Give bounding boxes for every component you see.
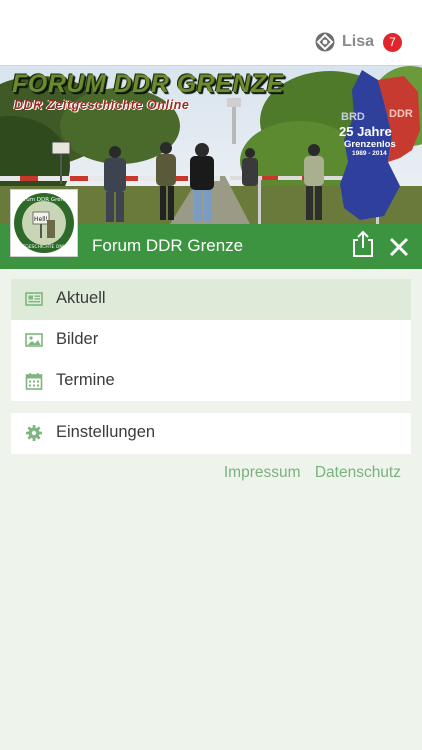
user-account[interactable]: Lisa 7 <box>315 32 402 52</box>
forum-logo: Hell! Forum DDR Grenze ZEITGESCHICHTE ON… <box>10 189 78 257</box>
banner-subtitle: DDR Zeitgeschichte Online <box>14 98 190 112</box>
close-button[interactable] <box>386 234 412 260</box>
menu-label-aktuell: Aktuell <box>56 289 106 307</box>
banner-title: FORUM DDR GRENZE <box>12 70 284 98</box>
menu-item-bilder[interactable]: Bilder <box>11 320 411 361</box>
share-button[interactable] <box>350 230 376 258</box>
map-anniversary: 25 Jahre <box>339 124 392 139</box>
menu-label-termine: Termine <box>56 371 115 389</box>
menu-item-einstellungen[interactable]: Einstellungen <box>11 413 411 454</box>
map-label-east: DDR <box>389 108 413 120</box>
menu-item-termine[interactable]: Termine <box>11 361 411 402</box>
image-icon <box>25 333 43 347</box>
top-bar: Lisa 7 <box>0 0 422 66</box>
close-icon <box>389 237 409 257</box>
logo-top-text: Forum DDR Grenze <box>18 197 71 203</box>
footer-links: Impressum Datenschutz <box>214 464 401 482</box>
settings-card: Einstellungen <box>11 413 411 454</box>
menu-item-aktuell[interactable]: Aktuell <box>11 279 411 320</box>
gear-icon <box>26 425 42 441</box>
puzzle-network-icon <box>315 32 335 52</box>
notification-badge[interactable]: 7 <box>383 32 402 52</box>
menu-label-bilder: Bilder <box>56 330 99 348</box>
logo-bottom-text: ZEITGESCHICHTE ONLINE <box>15 244 73 250</box>
share-icon <box>353 230 373 257</box>
newspaper-icon <box>25 292 43 306</box>
menu-card: Aktuell Bilder Termine <box>11 279 411 401</box>
menu-label-einstellungen: Einstellungen <box>56 423 156 441</box>
map-label-west: BRD <box>341 111 365 123</box>
map-caption: Grenzenlos <box>344 139 396 150</box>
user-name: Lisa <box>341 33 374 50</box>
datenschutz-link[interactable]: Datenschutz <box>315 464 401 481</box>
calendar-icon <box>25 373 43 390</box>
logo-sign-text: Hell! <box>34 216 48 223</box>
app-title: Forum DDR Grenze <box>92 236 244 255</box>
impressum-link[interactable]: Impressum <box>224 464 301 481</box>
map-years: 1989 - 2014 <box>352 150 387 157</box>
